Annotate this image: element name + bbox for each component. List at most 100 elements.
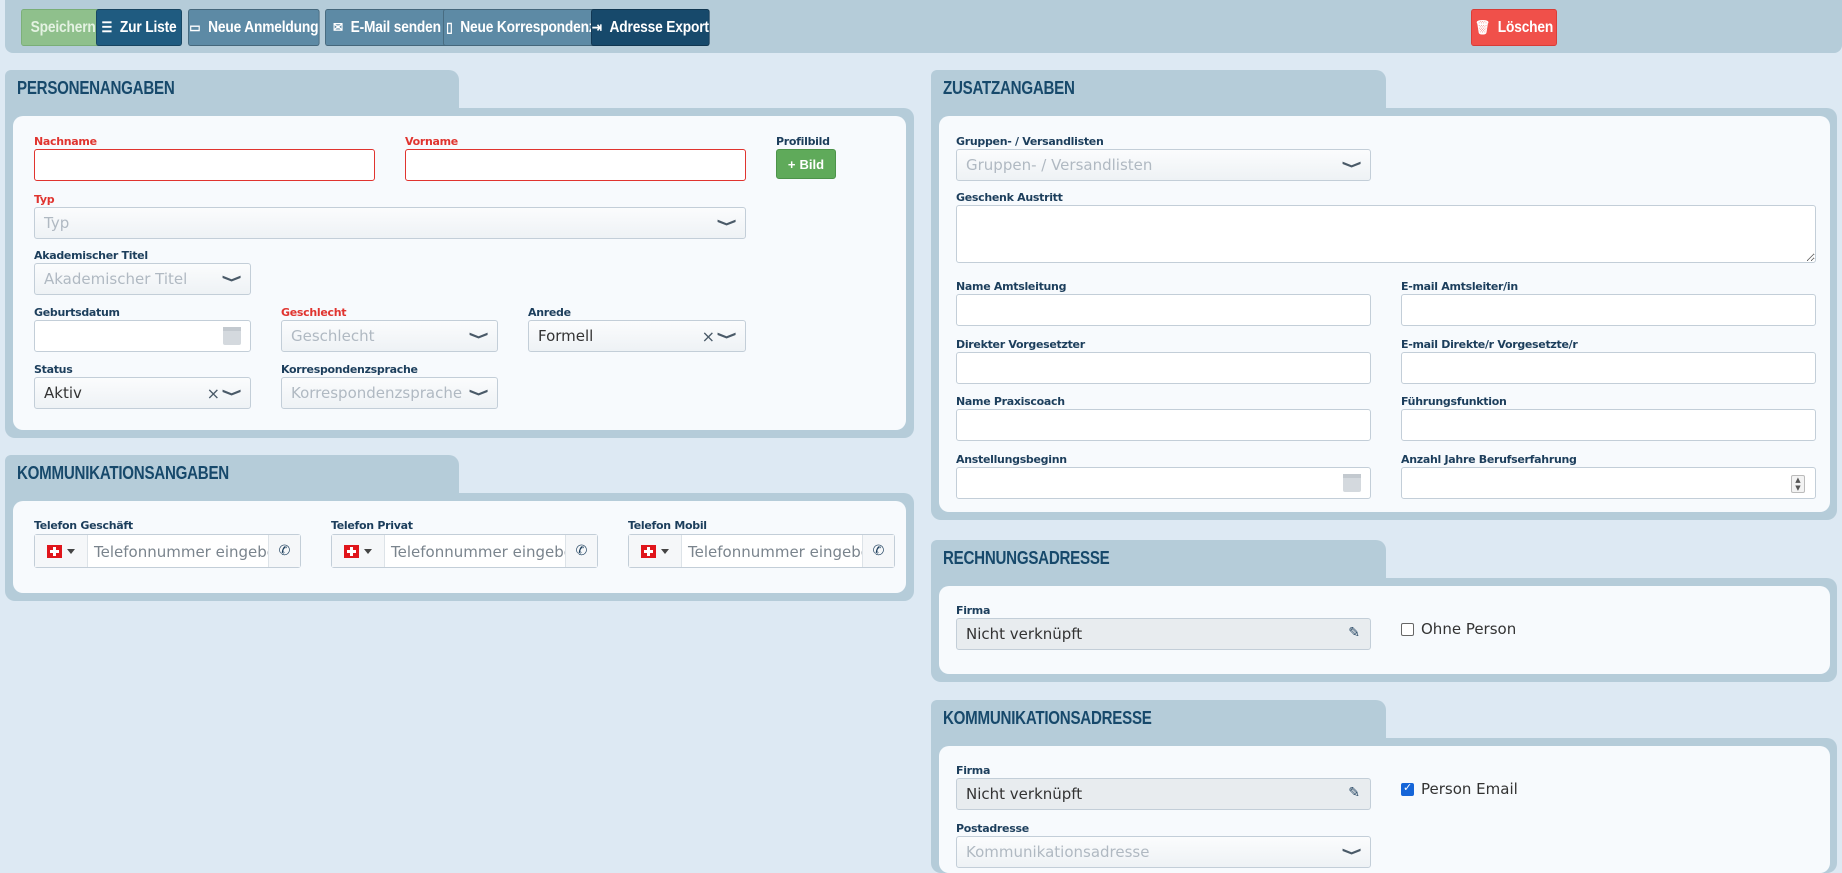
status-select[interactable]: Aktiv × ❯: [34, 377, 251, 409]
phone-private-label: Telefon Privat: [331, 519, 413, 532]
stepper-icon[interactable]: ▲ ▼: [1791, 475, 1805, 493]
supervisor-email-input[interactable]: [1401, 352, 1816, 384]
additional-card: Gruppen- / Versandlisten Gruppen- / Vers…: [939, 116, 1830, 512]
chevron-down-icon: ❯: [716, 217, 738, 228]
calendar-icon: [223, 327, 241, 345]
coach-label: Name Praxiscoach: [956, 395, 1065, 408]
comm-address-tab: KOMMUNIKATIONSADRESSE: [931, 700, 1386, 742]
new-correspondence-label: Neue Korrespondenz: [460, 18, 596, 36]
additional-tab: ZUSATZANGABEN: [931, 70, 1386, 112]
phone-mobile-label: Telefon Mobil: [628, 519, 707, 532]
academic-label: Akademischer Titel: [34, 249, 148, 262]
billing-company-label: Firma: [956, 604, 991, 617]
communication-panel: KOMMUNIKATIONSANGABEN Telefon Geschäft T…: [5, 455, 914, 601]
phone-icon[interactable]: ✆: [565, 535, 597, 567]
chevron-down-icon: ❯: [716, 330, 738, 341]
status-label: Status: [34, 363, 73, 376]
experience-input[interactable]: ▲ ▼: [1401, 467, 1816, 499]
send-email-button[interactable]: ✉ E-Mail senden: [325, 9, 449, 46]
experience-label: Anzahl Jahre Berufserfahrung: [1401, 453, 1577, 466]
without-person-checkbox[interactable]: Ohne Person: [1401, 620, 1516, 638]
groups-label: Gruppen- / Versandlisten: [956, 135, 1104, 148]
caret-down-icon: [67, 548, 75, 554]
gender-select[interactable]: Geschlecht ❯: [281, 320, 498, 352]
country-select[interactable]: [629, 535, 682, 567]
country-select[interactable]: [332, 535, 385, 567]
birthdate-label: Geburtsdatum: [34, 306, 120, 319]
comm-company-field[interactable]: Nicht verknüpft ✎: [956, 778, 1371, 810]
firstname-label: Vorname: [405, 135, 458, 148]
caret-down-icon: [364, 548, 372, 554]
start-label: Anstellungsbeginn: [956, 453, 1067, 466]
phone-business-input[interactable]: Telefonnummer eingeben: [88, 535, 268, 567]
country-select[interactable]: [35, 535, 88, 567]
new-correspondence-button[interactable]: ▯ Neue Korrespondenz: [443, 9, 599, 46]
list-label: Zur Liste: [119, 18, 177, 36]
start-date-input[interactable]: [956, 467, 1371, 499]
birthdate-input[interactable]: [34, 320, 251, 352]
additional-panel-body: Gruppen- / Versandlisten Gruppen- / Vers…: [931, 108, 1837, 520]
comm-address-card: Firma Nicht verknüpft✎ Person Email Post…: [939, 746, 1830, 873]
phone-icon[interactable]: ✆: [862, 535, 894, 567]
delete-button[interactable]: 🗑 Löschen: [1471, 9, 1557, 46]
personal-panel-body: Nachname Vorname Profilbild + Bild Typ Ty…: [5, 108, 914, 438]
postal-select[interactable]: Kommunikationsadresse ❯: [956, 836, 1371, 868]
groups-select[interactable]: Gruppen- / Versandlisten ❯: [956, 149, 1371, 181]
head-email-input[interactable]: [1401, 294, 1816, 326]
add-image-button[interactable]: + Bild: [776, 149, 836, 179]
swiss-flag-icon: [47, 544, 62, 558]
type-select[interactable]: Typ ❯: [34, 207, 746, 239]
comm-company-label: Firma: [956, 764, 991, 777]
billing-tab: RECHNUNGSADRESSE: [931, 540, 1386, 582]
supervisor-label: Direkter Vorgesetzter: [956, 338, 1085, 351]
head-email-label: E-mail Amtsleiter/in: [1401, 280, 1518, 293]
new-registration-button[interactable]: ▭ Neue Anmeldung: [188, 9, 320, 46]
additional-panel: ZUSATZANGABEN Gruppen- / Versandlisten G…: [931, 70, 1837, 520]
type-label: Typ: [34, 193, 55, 206]
billing-card: Firma Nicht verknüpft ✎ Ohne Person: [939, 586, 1830, 674]
leadership-input[interactable]: [1401, 409, 1816, 441]
chevron-down-icon: ❯: [468, 387, 490, 398]
checkbox-box[interactable]: [1401, 781, 1414, 796]
personal-panel: PERSONENANGABEN Nachname Vorname Profilb…: [5, 70, 914, 438]
chevron-down-icon: ❯: [468, 330, 490, 341]
language-select[interactable]: Korrespondenzsprache ❯: [281, 377, 498, 409]
phone-icon[interactable]: ✆: [268, 535, 300, 567]
communication-panel-body: Telefon Geschäft Telefonnummer eingeben …: [5, 493, 914, 601]
salutation-label: Anrede: [528, 306, 571, 319]
pencil-icon[interactable]: ✎: [1348, 625, 1360, 641]
phone-private-input[interactable]: Telefonnummer eingeben: [385, 535, 565, 567]
list-button[interactable]: ☰ Zur Liste: [96, 9, 182, 46]
supervisor-email-label: E-mail Direkte/r Vorgesetzte/r: [1401, 338, 1578, 351]
comm-address-panel: KOMMUNIKATIONSADRESSE Firma Nicht verknü…: [931, 700, 1837, 873]
pencil-icon[interactable]: ✎: [1348, 785, 1360, 801]
academic-select[interactable]: Akademischer Titel ❯: [34, 263, 251, 295]
chevron-down-icon: ❯: [1341, 846, 1363, 857]
person-email-label: Person Email: [1421, 780, 1518, 798]
delete-label: Löschen: [1497, 18, 1554, 36]
export-address-button[interactable]: ⇥ Adresse Export: [591, 9, 710, 46]
head-name-input[interactable]: [956, 294, 1371, 326]
firstname-input[interactable]: [405, 149, 746, 181]
send-email-label: E-Mail senden: [350, 18, 441, 36]
gift-textarea[interactable]: [956, 205, 1816, 263]
billing-panel: RECHNUNGSADRESSE Firma Nicht verknüpft ✎ …: [931, 540, 1837, 682]
lastname-input[interactable]: [34, 149, 375, 181]
phone-mobile-input[interactable]: Telefonnummer eingeben: [682, 535, 862, 567]
coach-input[interactable]: [956, 409, 1371, 441]
clear-icon[interactable]: ×: [207, 384, 220, 403]
billing-company-field[interactable]: Nicht verknüpft ✎: [956, 618, 1371, 650]
checkbox-box[interactable]: [1401, 622, 1414, 636]
communication-tab: KOMMUNIKATIONSANGABEN: [5, 455, 459, 497]
supervisor-input[interactable]: [956, 352, 1371, 384]
clear-icon[interactable]: ×: [702, 327, 715, 346]
profile-label: Profilbild: [776, 135, 830, 148]
personal-tab: PERSONENANGABEN: [5, 70, 459, 112]
plus-icon: +: [787, 156, 796, 172]
language-label: Korrespondenzsprache: [281, 363, 418, 376]
salutation-select[interactable]: Formell × ❯: [528, 320, 746, 352]
person-email-checkbox[interactable]: Person Email: [1401, 780, 1518, 798]
save-button[interactable]: Speichern: [21, 9, 106, 46]
phone-business-label: Telefon Geschäft: [34, 519, 133, 532]
export-address-label: Adresse Export: [609, 18, 709, 36]
